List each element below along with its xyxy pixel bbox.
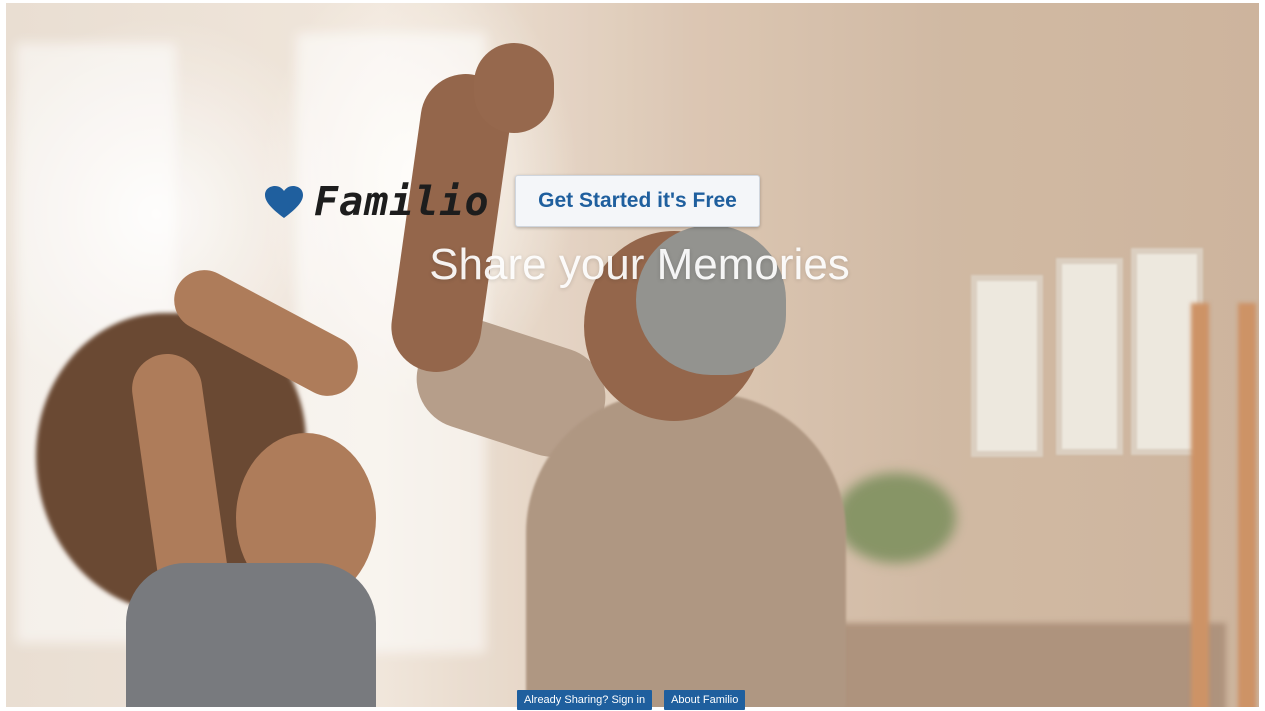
hero-tagline: Share your Memories	[0, 240, 1265, 290]
get-started-button[interactable]: Get Started it's Free	[515, 175, 760, 227]
brand-logo[interactable]: Familio	[264, 178, 490, 226]
tagline-text: Share your Memories	[429, 240, 850, 289]
logo-wordmark: Familio	[314, 179, 490, 225]
sign-in-button[interactable]: Already Sharing? Sign in	[517, 690, 653, 710]
footer-links: Already Sharing? Sign in About Familio	[517, 690, 746, 710]
image-overlay	[6, 3, 1259, 707]
heart-icon	[265, 186, 303, 218]
about-button[interactable]: About Familio	[664, 690, 746, 710]
hero-background-image	[6, 3, 1259, 707]
